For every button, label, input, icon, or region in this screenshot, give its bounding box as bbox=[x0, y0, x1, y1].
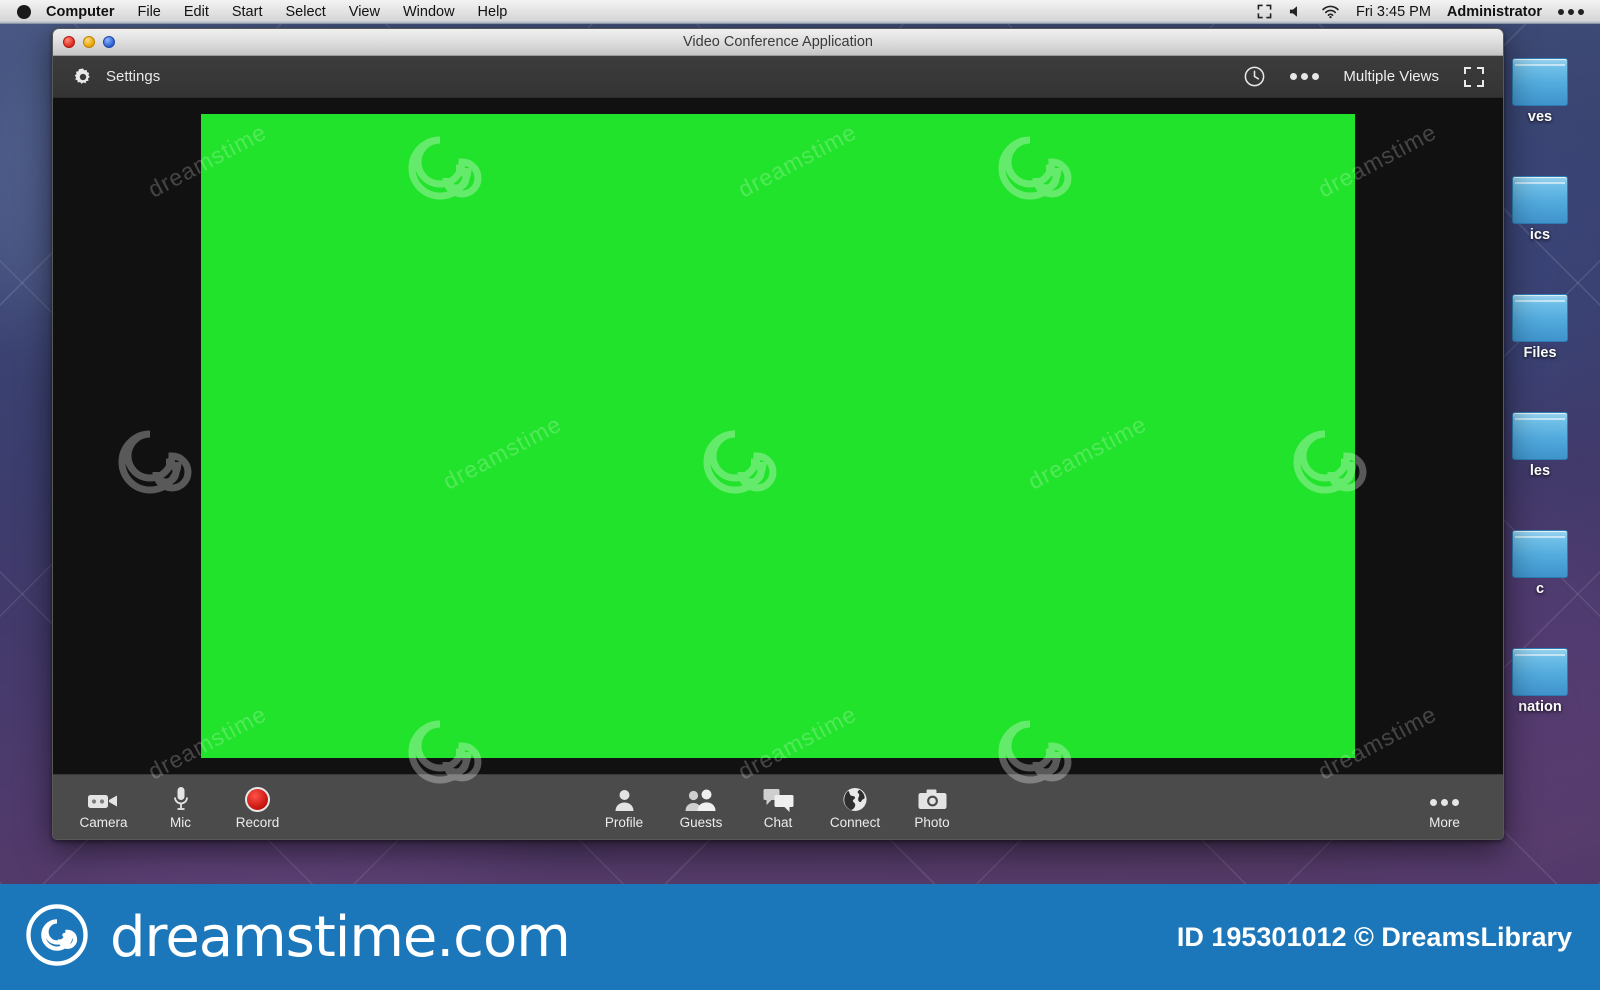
folder-icon bbox=[1512, 648, 1568, 696]
desktop-folder-label: c bbox=[1535, 581, 1545, 597]
menu-item-window[interactable]: Window bbox=[403, 4, 455, 20]
image-credit: ID 195301012 © DreamsLibrary bbox=[1176, 921, 1572, 952]
desktop-folder-label: nation bbox=[1518, 699, 1562, 715]
menu-item-computer[interactable]: Computer bbox=[46, 4, 114, 20]
folder-icon bbox=[1512, 58, 1568, 106]
window-title: Video Conference Application bbox=[683, 34, 873, 50]
green-screen-video-area[interactable] bbox=[201, 114, 1355, 758]
desktop-folder-3[interactable]: les bbox=[1492, 412, 1588, 479]
mic-button[interactable]: Mic bbox=[142, 786, 219, 830]
settings-button[interactable]: Settings bbox=[73, 67, 160, 87]
expand-icon[interactable] bbox=[1257, 4, 1272, 19]
toolbar-center-group: Profile Guests Chat Connect Photo bbox=[586, 786, 971, 830]
menubar-user[interactable]: Administrator bbox=[1447, 4, 1542, 20]
menubar-clock[interactable]: Fri 3:45 PM bbox=[1356, 4, 1431, 20]
dreamstime-brand: dreamstime.com bbox=[26, 903, 571, 971]
gear-icon bbox=[73, 67, 93, 87]
mic-label: Mic bbox=[170, 814, 191, 830]
multiple-views-button[interactable]: Multiple Views bbox=[1343, 68, 1439, 85]
menu-item-edit[interactable]: Edit bbox=[184, 4, 209, 20]
expand-icon[interactable] bbox=[1463, 66, 1485, 88]
guests-label: Guests bbox=[679, 814, 723, 830]
camera-button[interactable]: Camera bbox=[65, 786, 142, 830]
guests-button[interactable]: Guests bbox=[663, 786, 740, 830]
folder-icon bbox=[1512, 412, 1568, 460]
stock-photo-banner: dreamstime.com ID 195301012 © DreamsLibr… bbox=[0, 884, 1600, 990]
record-label: Record bbox=[235, 814, 280, 830]
brand-text: dreamstime.com bbox=[110, 904, 571, 970]
photo-button[interactable]: Photo bbox=[894, 786, 971, 830]
chat-bubbles-icon bbox=[762, 786, 794, 812]
menu-item-select[interactable]: Select bbox=[285, 4, 325, 20]
desktop-folder-label: ves bbox=[1527, 109, 1553, 125]
desktop-folder-label: Files bbox=[1523, 345, 1557, 361]
desktop-folder-4[interactable]: c bbox=[1492, 530, 1588, 597]
settings-label: Settings bbox=[106, 68, 161, 85]
bottom-toolbar: Camera Mic Record Profile Guests Chat Co… bbox=[53, 774, 1503, 839]
people-icon bbox=[684, 786, 718, 812]
globe-icon bbox=[843, 786, 868, 812]
desktop-folder-0[interactable]: ves bbox=[1492, 58, 1588, 125]
speaker-icon[interactable] bbox=[1288, 4, 1305, 19]
ellipsis-icon[interactable] bbox=[1290, 73, 1320, 80]
spiral-logo-icon bbox=[26, 903, 88, 971]
more-button[interactable]: More bbox=[1406, 786, 1483, 830]
desktop-folder-label: ics bbox=[1529, 227, 1551, 243]
more-label: More bbox=[1429, 814, 1460, 830]
menu-item-file[interactable]: File bbox=[137, 4, 160, 20]
folder-icon bbox=[1512, 294, 1568, 342]
ellipsis-icon bbox=[1430, 786, 1459, 812]
desktop-folder-label: les bbox=[1529, 463, 1551, 479]
application-window: Video Conference Application Settings Mu… bbox=[52, 28, 1504, 840]
person-icon bbox=[613, 786, 635, 812]
toolbar-right-group-bottom: More bbox=[1406, 786, 1483, 830]
profile-button[interactable]: Profile bbox=[586, 786, 663, 830]
desktop-folder-1[interactable]: ics bbox=[1492, 176, 1588, 243]
folder-icon bbox=[1512, 530, 1568, 578]
toolbar-left-group: Camera Mic Record bbox=[65, 786, 296, 830]
desktop-folder-5[interactable]: nation bbox=[1492, 648, 1588, 715]
video-camera-icon bbox=[87, 786, 121, 812]
menu-bar: Computer File Edit Start Select View Win… bbox=[0, 0, 1600, 24]
camera-label: Camera bbox=[79, 814, 128, 830]
apple-logo-icon[interactable] bbox=[16, 4, 32, 20]
chat-label: Chat bbox=[763, 814, 793, 830]
photo-label: Photo bbox=[914, 814, 950, 830]
camera-icon bbox=[917, 786, 947, 812]
menu-item-help[interactable]: Help bbox=[478, 4, 508, 20]
menu-item-view[interactable]: View bbox=[349, 4, 380, 20]
folder-icon bbox=[1512, 176, 1568, 224]
profile-label: Profile bbox=[604, 814, 644, 830]
connect-button[interactable]: Connect bbox=[817, 786, 894, 830]
chat-button[interactable]: Chat bbox=[740, 786, 817, 830]
microphone-icon bbox=[172, 786, 190, 812]
toolbar-right-group: Multiple Views bbox=[1243, 65, 1485, 88]
app-toolbar: Settings Multiple Views bbox=[53, 56, 1503, 98]
record-button[interactable]: Record bbox=[219, 786, 296, 830]
record-icon bbox=[245, 786, 270, 812]
menu-item-start[interactable]: Start bbox=[232, 4, 263, 20]
connect-label: Connect bbox=[829, 814, 881, 830]
window-title-bar[interactable]: Video Conference Application bbox=[53, 29, 1503, 56]
clock-icon[interactable] bbox=[1243, 65, 1266, 88]
video-stage bbox=[53, 98, 1503, 774]
desktop-folder-2[interactable]: Files bbox=[1492, 294, 1588, 361]
ellipsis-icon[interactable] bbox=[1558, 8, 1584, 15]
wifi-icon[interactable] bbox=[1321, 4, 1340, 19]
